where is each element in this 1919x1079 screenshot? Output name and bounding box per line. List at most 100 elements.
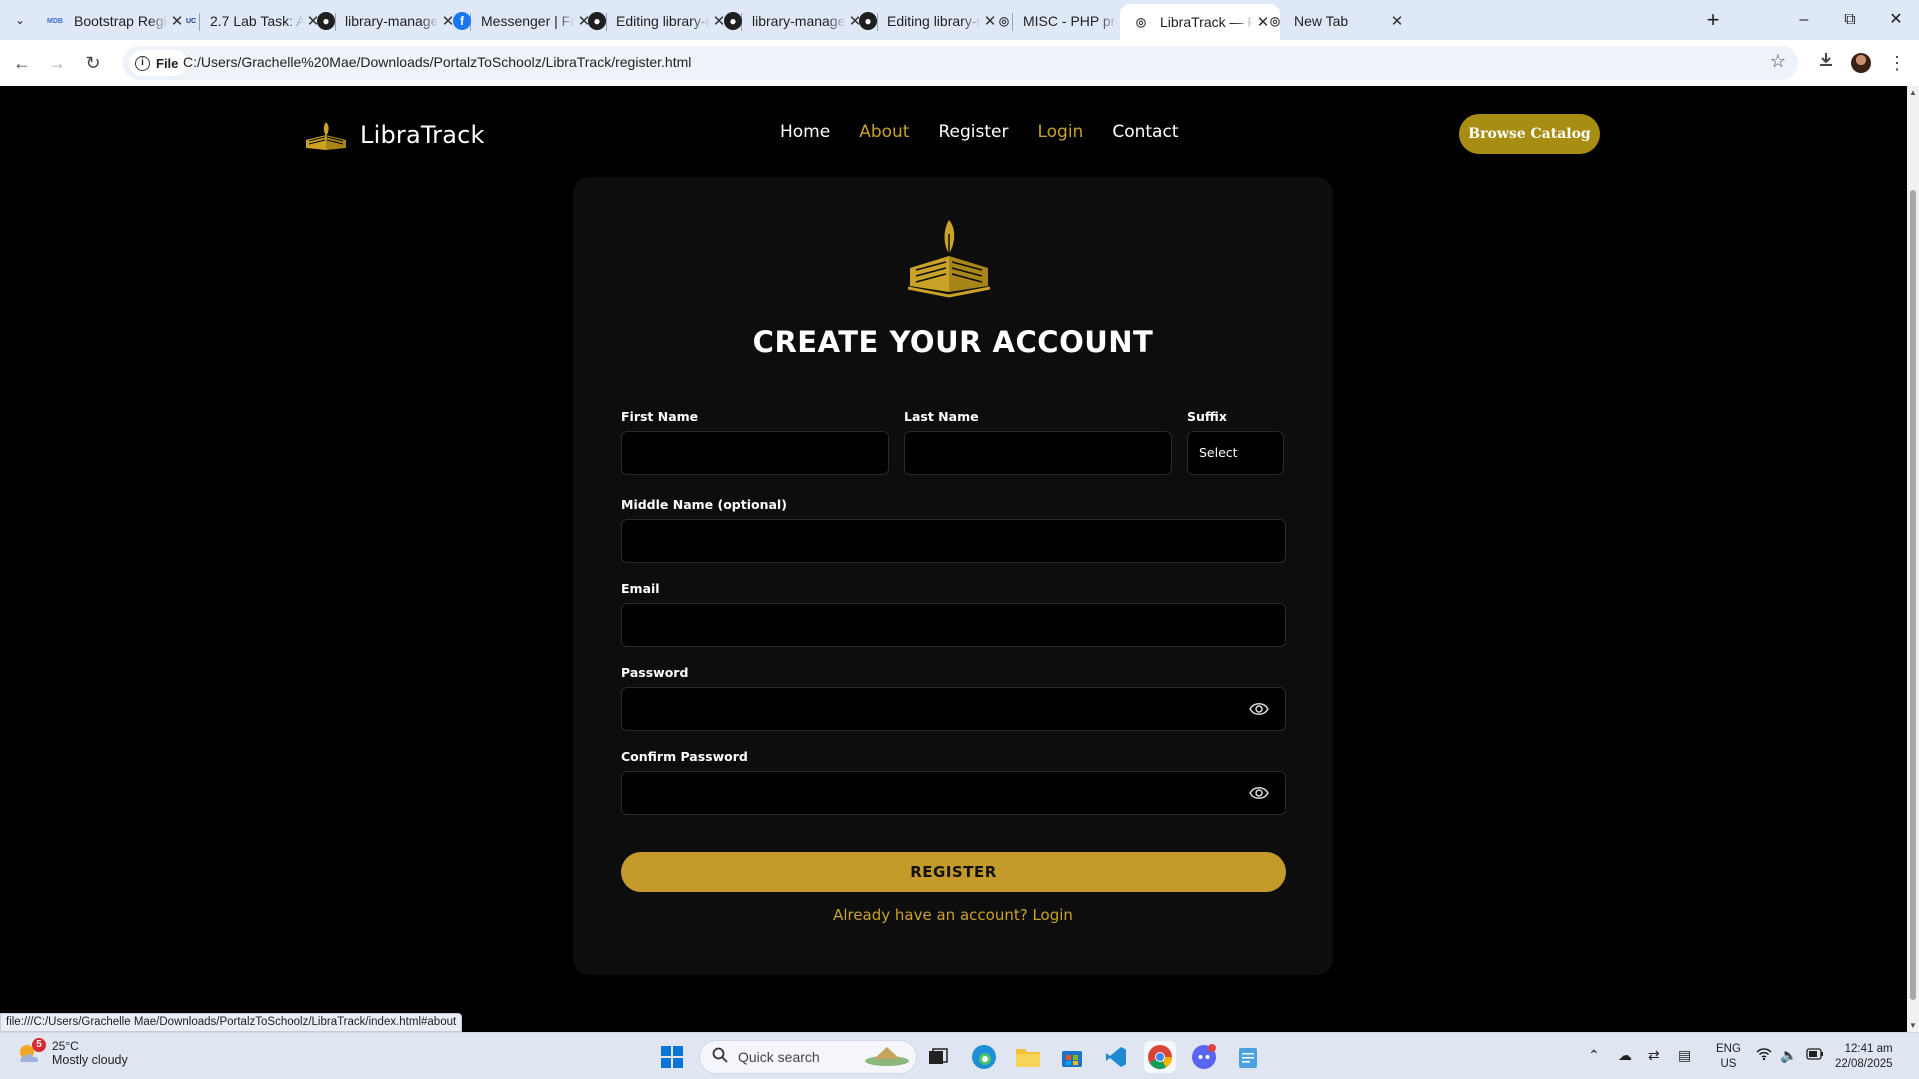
last-name-input[interactable] xyxy=(904,431,1172,475)
clock-time: 12:41 am xyxy=(1844,1043,1893,1055)
email-input[interactable] xyxy=(621,603,1286,647)
password-input[interactable] xyxy=(621,687,1286,731)
search-icon xyxy=(712,1047,728,1068)
windows-taskbar: 5 25°C Mostly cloudy Quick search ⌃ ☁ ⇄ … xyxy=(0,1032,1919,1079)
search-placeholder: Quick search xyxy=(738,1049,820,1065)
browser-tab-strip: ⌄ MDB Bootstrap Registra ✕ UC 2.7 Lab Task: … xyxy=(0,0,1919,40)
nav-link-home[interactable]: Home xyxy=(780,122,830,142)
reload-icon[interactable]: ↻ xyxy=(79,49,107,77)
globe-icon: ◎ xyxy=(998,14,1010,28)
address-bar[interactable]: i File C:/Users/Grachelle%20Mae/Download… xyxy=(123,46,1798,80)
browser-toolbar: ← → ↻ i File C:/Users/Grachelle%20Mae/Do… xyxy=(0,40,1919,86)
browser-tab[interactable]: ◎ New Tab ✕ xyxy=(1254,6,1414,36)
globe-icon: ◎ xyxy=(1135,15,1147,29)
wifi-icon[interactable] xyxy=(1756,1047,1772,1064)
page-scrollbar[interactable]: ▲ ▼ xyxy=(1907,86,1919,1032)
transfer-arrows-icon[interactable]: ⇄ xyxy=(1648,1047,1660,1064)
weather-badge: 5 xyxy=(32,1038,46,1052)
tab-title: library-managem xyxy=(345,13,439,29)
email-label: Email xyxy=(621,581,660,596)
github-icon: ● xyxy=(859,12,877,30)
show-confirm-password-eye-icon[interactable] xyxy=(1249,785,1269,801)
url-text[interactable]: C:/Users/Grachelle%20Mae/Downloads/Porta… xyxy=(183,54,691,70)
region-code: US xyxy=(1720,1058,1737,1070)
nav-link-register[interactable]: Register xyxy=(938,122,1008,142)
language-indicator[interactable]: ENG US xyxy=(1716,1042,1741,1072)
password-label: Password xyxy=(621,665,689,680)
weather-desc: Mostly cloudy xyxy=(52,1053,128,1067)
last-name-label: Last Name xyxy=(904,409,979,424)
status-bar-url: file:///C:/Users/Grachelle Mae/Downloads… xyxy=(0,1013,463,1032)
book-logo-icon xyxy=(306,122,346,150)
close-window-button[interactable]: ✕ xyxy=(1876,6,1916,34)
brand[interactable]: LibraTrack xyxy=(304,118,485,152)
brand-name: LibraTrack xyxy=(360,121,485,149)
confirm-password-label: Confirm Password xyxy=(621,749,748,764)
profile-avatar[interactable] xyxy=(1851,53,1871,73)
scroll-up-arrow-icon[interactable]: ▲ xyxy=(1909,88,1917,97)
book-quill-logo-icon xyxy=(908,220,990,298)
back-icon[interactable]: ← xyxy=(8,49,36,77)
confirm-password-input[interactable] xyxy=(621,771,1286,815)
search-highlight-image xyxy=(864,1043,910,1072)
site-navbar: LibraTrack Home About Register Login Contact… xyxy=(0,86,1907,174)
site-info-chip[interactable]: i File xyxy=(129,50,189,76)
onedrive-icon[interactable]: ☁ xyxy=(1618,1047,1632,1064)
register-button[interactable]: REGISTER xyxy=(621,852,1286,892)
middle-name-input[interactable] xyxy=(621,519,1286,563)
menu-kebab-icon[interactable]: ⋮ xyxy=(1883,49,1911,77)
vscode-icon[interactable] xyxy=(1100,1041,1132,1073)
clock-date: 22/08/2025 xyxy=(1835,1058,1893,1070)
nav-link-about[interactable]: About xyxy=(859,122,909,142)
notepad-icon[interactable] xyxy=(1232,1041,1264,1073)
minimize-button[interactable]: – xyxy=(1784,6,1824,34)
tab-close-icon[interactable]: ✕ xyxy=(1388,12,1406,30)
volume-icon[interactable]: 🔈 xyxy=(1780,1047,1797,1064)
app-tray-icon[interactable]: ▤ xyxy=(1678,1047,1691,1064)
tab-title: LibraTrack — Reg xyxy=(1160,14,1254,30)
restore-button[interactable]: ⧉ xyxy=(1830,6,1870,34)
github-icon: ● xyxy=(317,12,335,30)
battery-icon[interactable] xyxy=(1806,1047,1824,1063)
first-name-input[interactable] xyxy=(621,431,889,475)
language-code: ENG xyxy=(1716,1043,1741,1055)
bookmark-star-icon[interactable]: ☆ xyxy=(1770,51,1786,72)
weather-widget[interactable]: 5 25°C Mostly cloudy xyxy=(16,1038,128,1067)
scroll-down-arrow-icon[interactable]: ▼ xyxy=(1909,1021,1917,1030)
show-password-eye-icon[interactable] xyxy=(1249,701,1269,717)
microsoft-store-icon[interactable] xyxy=(1056,1041,1088,1073)
tab-title: Editing library-ma xyxy=(887,13,981,29)
main-nav: Home About Register Login Contact xyxy=(780,122,1207,142)
edge-browser-icon[interactable] xyxy=(968,1041,1000,1073)
task-view-icon[interactable] xyxy=(922,1041,954,1073)
new-tab-button[interactable]: + xyxy=(1700,8,1726,34)
uc-icon: UC xyxy=(185,17,197,25)
browse-catalog-button[interactable]: Browse Catalog xyxy=(1459,114,1600,154)
tab-title: MISC - PHP proje xyxy=(1023,13,1117,29)
forward-icon[interactable]: → xyxy=(43,49,71,77)
browser-tab[interactable]: ◎MISC - PHP proje✕ xyxy=(983,6,1143,36)
downloads-icon[interactable] xyxy=(1812,49,1840,77)
middle-name-label: Middle Name (optional) xyxy=(621,497,787,512)
cloudy-weather-icon: 5 xyxy=(16,1038,46,1066)
nav-link-login[interactable]: Login xyxy=(1037,122,1083,142)
register-card: CREATE YOUR ACCOUNT First Name Last Name… xyxy=(573,177,1333,975)
github-icon: ● xyxy=(588,12,606,30)
show-hidden-icons-chevron-icon[interactable]: ⌃ xyxy=(1588,1047,1600,1064)
nav-link-contact[interactable]: Contact xyxy=(1112,122,1178,142)
taskbar-search[interactable]: Quick search xyxy=(699,1040,917,1074)
tab-title: Editing library-ma xyxy=(616,13,710,29)
tab-search-button[interactable]: ⌄ xyxy=(8,8,32,32)
suffix-select[interactable]: Select xyxy=(1187,431,1284,475)
page-viewport: LibraTrack Home About Register Login Contact… xyxy=(0,86,1907,1032)
system-clock[interactable]: 12:41 am 22/08/2025 xyxy=(1835,1042,1893,1072)
windows-start-icon[interactable] xyxy=(656,1041,688,1073)
chrome-icon: ◎ xyxy=(1269,14,1281,28)
file-explorer-icon[interactable] xyxy=(1012,1041,1044,1073)
login-link[interactable]: Already have an account? Login xyxy=(573,906,1333,924)
chrome-icon[interactable] xyxy=(1144,1041,1176,1073)
discord-icon[interactable] xyxy=(1188,1041,1220,1073)
scrollbar-thumb[interactable] xyxy=(1910,190,1916,1000)
scheme-label: File xyxy=(156,55,179,71)
tab-title: library-managem xyxy=(752,13,846,29)
